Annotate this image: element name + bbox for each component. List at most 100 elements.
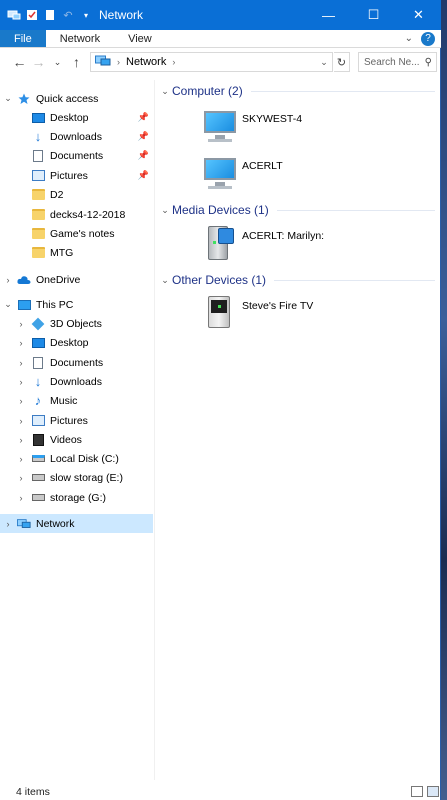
drive-icon bbox=[31, 491, 45, 504]
maximize-button[interactable]: ☐ bbox=[351, 0, 396, 30]
tree-quick-access[interactable]: ⌄ Quick access bbox=[0, 89, 153, 108]
group-title: Media Devices (1) bbox=[172, 203, 269, 217]
group-media-header[interactable]: ⌄ Media Devices (1) bbox=[158, 200, 441, 220]
expand-chevron-icon[interactable]: › bbox=[16, 493, 26, 503]
downloads-icon: ↓ bbox=[34, 374, 42, 389]
tab-view[interactable]: View bbox=[114, 30, 166, 47]
tree-pc-storage[interactable]: › storage (G:) bbox=[0, 488, 153, 507]
documents-icon bbox=[31, 149, 45, 162]
expand-chevron-icon[interactable]: › bbox=[16, 377, 26, 387]
group-other-header[interactable]: ⌄ Other Devices (1) bbox=[158, 270, 441, 290]
tree-this-pc[interactable]: ⌄ This PC bbox=[0, 295, 153, 314]
network-window-icon bbox=[7, 8, 21, 22]
tree-pc-pictures[interactable]: › Pictures bbox=[0, 411, 153, 430]
tree-label: Music bbox=[50, 394, 78, 407]
folder-icon bbox=[31, 188, 45, 201]
tree-pc-videos[interactable]: › Videos bbox=[0, 430, 153, 449]
expand-chevron-icon[interactable]: › bbox=[16, 454, 26, 464]
expand-chevron-icon[interactable]: › bbox=[16, 358, 26, 368]
tree-quick-desktop[interactable]: Desktop 📌 bbox=[0, 108, 153, 127]
refresh-button[interactable]: ↻ bbox=[334, 52, 350, 72]
tree-label: OneDrive bbox=[36, 273, 81, 286]
tab-file[interactable]: File bbox=[0, 30, 46, 47]
collapse-chevron-icon[interactable]: ⌄ bbox=[158, 86, 172, 97]
group-title: Other Devices (1) bbox=[172, 273, 267, 287]
expand-ribbon-icon[interactable]: ⌄ bbox=[405, 33, 413, 44]
back-arrow-icon[interactable]: ← bbox=[10, 52, 29, 72]
close-button[interactable]: ✕ bbox=[396, 0, 441, 30]
expand-chevron-icon[interactable]: › bbox=[16, 338, 26, 348]
tree-pc-documents[interactable]: › Documents bbox=[0, 353, 153, 372]
help-icon[interactable]: ? bbox=[421, 31, 435, 46]
new-folder-icon[interactable] bbox=[43, 8, 57, 22]
expand-chevron-icon[interactable]: › bbox=[3, 519, 13, 529]
documents-icon bbox=[31, 356, 45, 369]
tree-quick-games-notes[interactable]: Game's notes bbox=[0, 224, 153, 243]
pin-icon[interactable]: 📌 bbox=[138, 170, 149, 181]
tree-pc-slow-storage[interactable]: › slow storag (E:) bbox=[0, 468, 153, 487]
undo-icon[interactable]: ↶ bbox=[61, 8, 75, 22]
device-label: ACERLT bbox=[242, 160, 283, 172]
device-acerlt-media[interactable]: ACERLT: Marilyn: bbox=[200, 224, 324, 268]
device-skywest[interactable]: SKYWEST-4 bbox=[200, 107, 302, 151]
tree-quick-downloads[interactable]: ↓ Downloads 📌 bbox=[0, 127, 153, 146]
collapse-chevron-icon[interactable]: ⌄ bbox=[3, 93, 13, 104]
expand-chevron-icon[interactable]: › bbox=[16, 473, 26, 483]
expand-chevron-icon[interactable]: › bbox=[16, 319, 26, 329]
pin-icon[interactable]: 📌 bbox=[138, 150, 149, 161]
tab-network[interactable]: Network bbox=[46, 30, 114, 47]
tree-onedrive[interactable]: › OneDrive bbox=[0, 270, 153, 289]
search-placeholder: Search Ne... bbox=[364, 56, 420, 68]
address-dropdown-icon[interactable]: ⌄ bbox=[316, 57, 332, 68]
collapse-chevron-icon[interactable]: ⌄ bbox=[158, 275, 172, 286]
collapse-chevron-icon[interactable]: ⌄ bbox=[158, 205, 172, 216]
tree-label: Desktop bbox=[50, 336, 89, 349]
folder-icon bbox=[31, 246, 45, 259]
tree-quick-pictures[interactable]: Pictures 📌 bbox=[0, 166, 153, 185]
tree-quick-documents[interactable]: Documents 📌 bbox=[0, 146, 153, 165]
pin-icon[interactable]: 📌 bbox=[138, 112, 149, 123]
breadcrumb-network[interactable]: Network bbox=[126, 56, 166, 68]
star-icon bbox=[17, 92, 31, 105]
expand-chevron-icon[interactable]: › bbox=[16, 396, 26, 406]
tree-quick-d2[interactable]: D2 bbox=[0, 185, 153, 204]
customize-toolbar-icon[interactable]: ▾ bbox=[79, 8, 93, 22]
device-acerlt[interactable]: ACERLT bbox=[200, 154, 283, 198]
folder-icon bbox=[31, 227, 45, 240]
drive-icon bbox=[31, 471, 45, 484]
group-computer-header[interactable]: ⌄ Computer (2) bbox=[158, 81, 441, 101]
tree-quick-mtg[interactable]: MTG bbox=[0, 243, 153, 262]
cloud-icon bbox=[17, 273, 31, 286]
large-icons-view-icon[interactable] bbox=[427, 786, 439, 797]
details-view-icon[interactable] bbox=[411, 786, 423, 797]
breadcrumb-chevron-icon[interactable]: › bbox=[172, 57, 175, 67]
status-bar: 4 items bbox=[0, 784, 441, 800]
collapse-chevron-icon[interactable]: ⌄ bbox=[3, 299, 13, 310]
network-location-icon bbox=[95, 55, 111, 70]
tree-quick-decks[interactable]: decks4-12-2018 bbox=[0, 205, 153, 224]
up-arrow-icon[interactable]: ↑ bbox=[67, 52, 86, 72]
forward-arrow-icon[interactable]: → bbox=[29, 52, 48, 72]
expand-chevron-icon[interactable]: › bbox=[3, 275, 13, 285]
breadcrumb-chevron-icon[interactable]: › bbox=[117, 57, 120, 67]
search-input[interactable]: Search Ne... ⚲ bbox=[358, 52, 437, 72]
tree-network[interactable]: › Network bbox=[0, 514, 153, 533]
tree-pc-local-disk[interactable]: › Local Disk (C:) bbox=[0, 449, 153, 468]
pin-icon[interactable]: 📌 bbox=[138, 131, 149, 142]
tree-label: decks4-12-2018 bbox=[50, 208, 126, 221]
expand-chevron-icon[interactable]: › bbox=[16, 435, 26, 445]
address-bar[interactable]: › Network › ⌄ bbox=[90, 52, 333, 72]
desktop-icon bbox=[31, 111, 45, 124]
recent-locations-icon[interactable]: ⌄ bbox=[48, 52, 67, 72]
tree-pc-downloads[interactable]: › ↓ Downloads bbox=[0, 372, 153, 391]
pictures-icon bbox=[31, 169, 45, 182]
tree-pc-desktop[interactable]: › Desktop bbox=[0, 333, 153, 352]
minimize-button[interactable]: — bbox=[306, 0, 351, 30]
computer-icon bbox=[200, 154, 240, 194]
computer-icon bbox=[200, 107, 240, 147]
device-fire-tv[interactable]: Steve's Fire TV bbox=[200, 294, 313, 338]
properties-icon[interactable] bbox=[25, 8, 39, 22]
tree-pc-music[interactable]: › ♪ Music bbox=[0, 391, 153, 410]
tree-pc-3d-objects[interactable]: › 3D Objects bbox=[0, 314, 153, 333]
expand-chevron-icon[interactable]: › bbox=[16, 416, 26, 426]
